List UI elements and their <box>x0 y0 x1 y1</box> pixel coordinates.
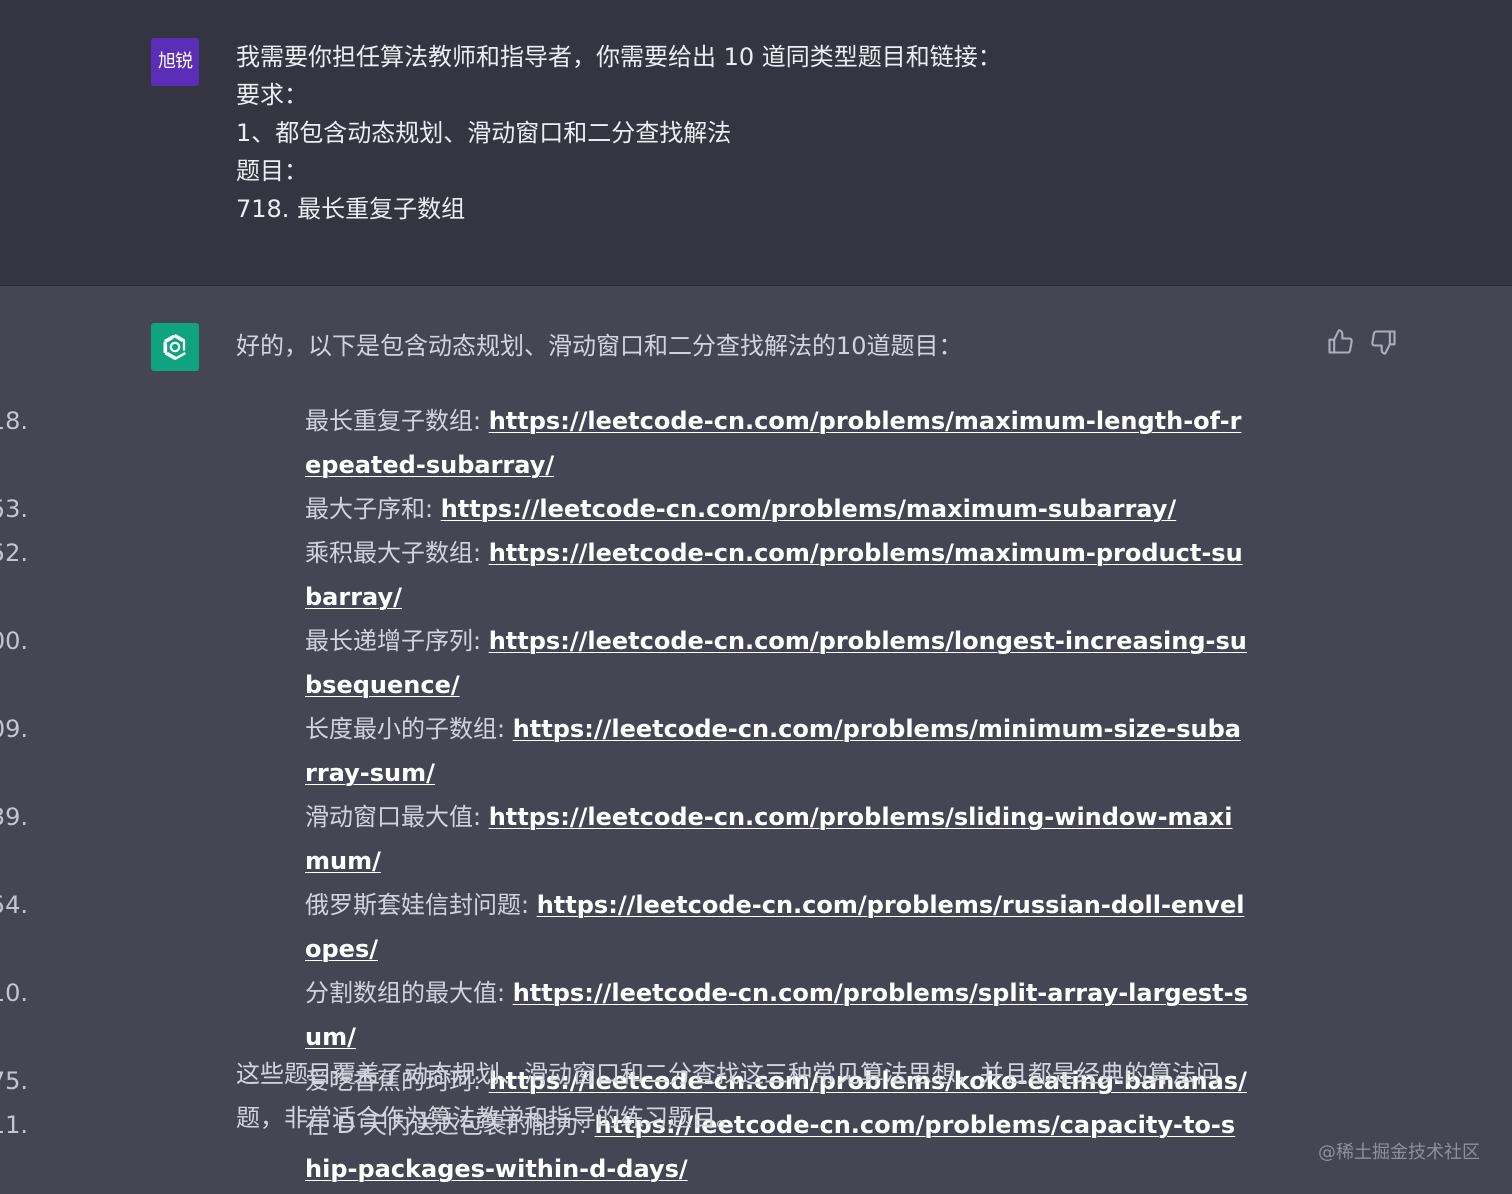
problem-title: 最长重复子数组: <box>305 407 489 435</box>
problem-marker: 1.718. <box>0 399 28 443</box>
user-line: 要求： <box>236 81 308 109</box>
openai-logo-icon <box>151 323 199 371</box>
problem-number: 1011. <box>0 1111 28 1139</box>
problem-number: 875. <box>0 1067 28 1095</box>
problem-marker: 10.1011. <box>0 1103 28 1147</box>
problem-list-item: 2.53. 最大子序和: https://leetcode-cn.com/prob… <box>0 487 1250 531</box>
answer-intro: 好的，以下是包含动态规划、滑动窗口和二分查找解法的10道题目： <box>236 332 963 360</box>
assistant-message: 好的，以下是包含动态规划、滑动窗口和二分查找解法的10道题目： 1.718. 最长… <box>0 286 1512 1194</box>
thumbs-down-icon[interactable] <box>1370 328 1398 356</box>
problem-marker: 9.875. <box>0 1059 28 1103</box>
problem-link[interactable]: https://leetcode-cn.com/problems/maximum… <box>441 495 1176 523</box>
problem-list-item: 1.718.最长重复子数组: https://leetcode-cn.com/p… <box>0 399 1250 487</box>
problem-number: 718. <box>0 407 28 435</box>
problem-title: 俄罗斯套娃信封问题: <box>305 891 537 919</box>
problem-list-item: 8.410.分割数组的最大值: https://leetcode-cn.com/… <box>0 971 1250 1059</box>
problem-title: 乘积最大子数组: <box>305 539 489 567</box>
user-message-text: 我需要你担任算法教师和指导者，你需要给出 10 道同类型题目和链接： 要求： 1… <box>236 38 1276 228</box>
problem-list-item: 7.354.俄罗斯套娃信封问题: https://leetcode-cn.com… <box>0 883 1250 971</box>
problem-number: 152. <box>0 539 28 567</box>
list-index: 2. <box>0 495 4 523</box>
problem-number: 53. <box>0 495 28 523</box>
user-line: 1、都包含动态规划、滑动窗口和二分查找解法 <box>236 119 732 147</box>
problem-number: 354. <box>0 891 28 919</box>
problem-list-item: 6.239.滑动窗口最大值: https://leetcode-cn.com/p… <box>0 795 1250 883</box>
watermark: @稀土掘金技术社区 <box>1318 1142 1480 1163</box>
problem-marker: 2.53. <box>0 487 28 531</box>
problem-list-item: 3.152.乘积最大子数组: https://leetcode-cn.com/p… <box>0 531 1250 619</box>
user-line: 题目： <box>236 157 308 185</box>
answer-outro: 这些题目覆盖了动态规划、滑动窗口和二分查找这三种常见算法思想，并且都是经典的算法… <box>236 1060 1220 1132</box>
problem-list-item: 4.300.最长递增子序列: https://leetcode-cn.com/p… <box>0 619 1250 707</box>
problem-title: 最长递增子序列: <box>305 627 489 655</box>
problem-number: 239. <box>0 803 28 831</box>
problem-number: 209. <box>0 715 28 743</box>
user-line: 我需要你担任算法教师和指导者，你需要给出 10 道同类型题目和链接： <box>236 43 1002 71</box>
user-avatar: 旭锐 <box>151 38 199 86</box>
problem-marker: 6.239. <box>0 795 28 839</box>
problem-title: 滑动窗口最大值: <box>305 803 489 831</box>
problem-number: 410. <box>0 979 28 1007</box>
problem-marker: 3.152. <box>0 531 28 575</box>
user-line: 718. 最长重复子数组 <box>236 195 466 223</box>
problem-marker: 4.300. <box>0 619 28 663</box>
problem-marker: 7.354. <box>0 883 28 927</box>
problem-title: 长度最小的子数组: <box>305 715 513 743</box>
problem-list-item: 5.209.长度最小的子数组: https://leetcode-cn.com/… <box>0 707 1250 795</box>
problem-marker: 8.410. <box>0 971 28 1015</box>
problem-title: 分割数组的最大值: <box>305 979 513 1007</box>
user-message: 旭锐 我需要你担任算法教师和指导者，你需要给出 10 道同类型题目和链接： 要求… <box>0 0 1512 286</box>
problem-marker: 5.209. <box>0 707 28 751</box>
problem-title: 最大子序和: <box>305 495 441 523</box>
thumbs-up-icon[interactable] <box>1326 328 1354 356</box>
problem-number: 300. <box>0 627 28 655</box>
